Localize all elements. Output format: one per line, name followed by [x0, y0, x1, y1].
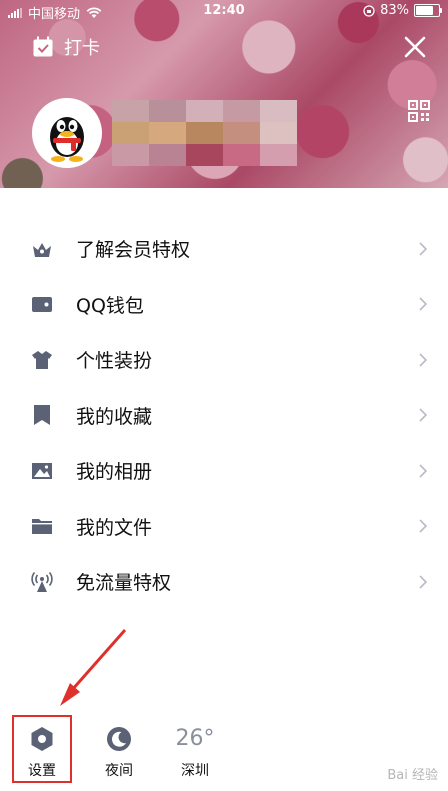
folder-icon	[31, 515, 53, 537]
chevron-right-icon	[419, 242, 428, 256]
menu-item-qq-wallet[interactable]: QQ钱包	[0, 277, 448, 333]
city-label: 深圳	[181, 763, 209, 779]
crown-icon	[31, 238, 53, 260]
chevron-right-icon	[419, 297, 428, 311]
close-icon[interactable]	[400, 32, 430, 62]
checkin-button[interactable]: 打卡	[32, 34, 100, 60]
menu-item-label: 我的文件	[76, 516, 153, 539]
orientation-lock-icon	[363, 4, 375, 17]
menu-item-personalization[interactable]: 个性装扮	[0, 332, 448, 388]
calendar-check-icon	[33, 36, 53, 57]
menu-item-label: 了解会员特权	[76, 239, 191, 262]
profile-row	[32, 98, 297, 168]
battery-icon	[414, 4, 442, 17]
menu-item-label: 我的相册	[76, 461, 153, 484]
drawer-top-bar: 打卡	[0, 32, 448, 68]
settings-highlight-box	[12, 715, 72, 783]
moon-icon	[107, 727, 131, 751]
checkin-label: 打卡	[64, 38, 100, 59]
status-bar: 中国移动 12:40 83%	[0, 0, 448, 22]
menu-item-free-data[interactable]: 免流量特权	[0, 554, 448, 610]
menu-item-album[interactable]: 我的相册	[0, 443, 448, 499]
wallet-icon	[31, 293, 53, 315]
night-label: 夜间	[105, 763, 133, 779]
menu-item-label: 个性装扮	[76, 350, 153, 373]
battery-percent: 83%	[380, 3, 409, 18]
menu-item-vip-privileges[interactable]: 了解会员特权	[0, 221, 448, 277]
qq-penguin-icon	[50, 117, 84, 162]
weather-button[interactable]: 26° 深圳	[165, 718, 225, 780]
night-mode-button[interactable]: 夜间	[89, 718, 149, 780]
photo-icon	[31, 460, 53, 482]
bookmark-icon	[31, 404, 53, 426]
temperature: 26°	[175, 726, 215, 751]
menu-item-files[interactable]: 我的文件	[0, 499, 448, 555]
shirt-icon	[31, 349, 53, 371]
qr-code-icon[interactable]	[408, 100, 430, 122]
chevron-right-icon	[419, 575, 428, 589]
chevron-right-icon	[419, 464, 428, 478]
watermark: Bai 经验	[387, 768, 438, 783]
menu-item-label: QQ钱包	[76, 294, 144, 317]
broadcast-icon	[31, 571, 53, 593]
chevron-right-icon	[419, 353, 428, 367]
drawer-menu: 了解会员特权 QQ钱包 个性装扮 我的收藏 我的相册 我的文件 免流量特权	[0, 221, 448, 610]
blurred-nickname	[112, 100, 297, 166]
chevron-right-icon	[419, 408, 428, 422]
avatar[interactable]	[32, 98, 102, 168]
menu-item-favorites[interactable]: 我的收藏	[0, 388, 448, 444]
menu-item-label: 免流量特权	[76, 572, 172, 595]
menu-item-label: 我的收藏	[76, 405, 153, 428]
chevron-right-icon	[419, 519, 428, 533]
